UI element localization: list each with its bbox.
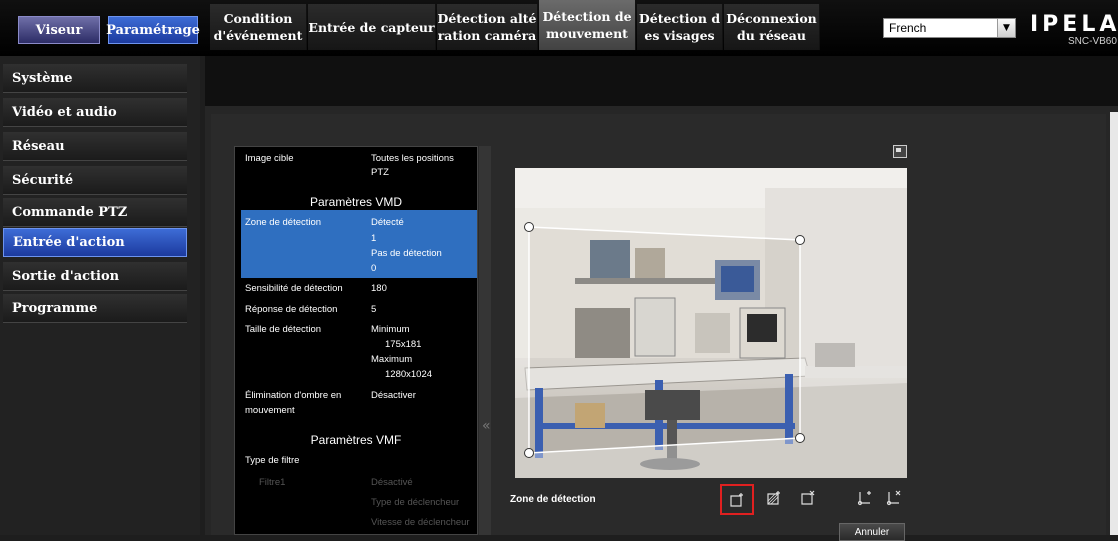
zone-handle[interactable] bbox=[795, 433, 805, 443]
camera-scene bbox=[515, 168, 907, 478]
tab-label: Entrée de capteur bbox=[308, 19, 435, 35]
tab-detection-alteration[interactable]: Détection alté ration caméra bbox=[437, 4, 538, 50]
zone-handle[interactable] bbox=[795, 235, 805, 245]
sidebar-item-programme[interactable]: Programme bbox=[3, 294, 187, 323]
tab-label: Détection alté bbox=[437, 11, 537, 26]
panel-scrollbar[interactable] bbox=[479, 146, 491, 535]
sidebar-item-reseau[interactable]: Réseau bbox=[3, 132, 187, 161]
tab-detection-visages[interactable]: Détection d es visages bbox=[637, 4, 723, 50]
sidebar-item-commande-ptz[interactable]: Commande PTZ bbox=[3, 198, 187, 227]
sidebar-item-video-audio[interactable]: Vidéo et audio bbox=[3, 98, 187, 127]
vmd-header: Paramètres VMD bbox=[309, 195, 403, 209]
zone-detecte-count: 1 bbox=[371, 233, 377, 244]
zone-pas-detection: Pas de détection bbox=[371, 248, 442, 259]
add-zone-icon[interactable] bbox=[720, 484, 754, 515]
add-vertex-icon[interactable] bbox=[853, 487, 877, 509]
tab-label: mouvement bbox=[546, 26, 628, 41]
chevron-down-icon[interactable]: ▼ bbox=[997, 19, 1015, 37]
taille-min-value[interactable]: 175x181 bbox=[385, 339, 421, 350]
zone-detection-label: Zone de détection bbox=[245, 217, 322, 228]
reponse-label: Réponse de détection bbox=[245, 304, 338, 315]
tab-label: Détection de bbox=[542, 9, 632, 24]
reponse-value[interactable]: 5 bbox=[371, 304, 376, 315]
settings-panel: Image cible Toutes les positions PTZ Par… bbox=[234, 146, 478, 535]
remove-zone-icon[interactable] bbox=[796, 487, 820, 509]
add-mask-icon[interactable] bbox=[762, 487, 786, 509]
taille-max-value[interactable]: 1280x1024 bbox=[385, 369, 432, 380]
tab-label: Déconnexion bbox=[726, 11, 817, 26]
filtre1-label: Filtre1 bbox=[259, 477, 286, 488]
image-cible-label: Image cible bbox=[245, 153, 294, 164]
tab-label: d'événement bbox=[213, 28, 303, 43]
zone-detection-title: Zone de détection bbox=[510, 494, 596, 505]
vitesse-declencheur[interactable]: Vitesse de déclencheur bbox=[371, 517, 470, 528]
sidebar-item-entree-action[interactable]: Entrée d'action bbox=[3, 228, 187, 257]
language-value: French bbox=[889, 21, 927, 35]
remove-vertex-icon[interactable] bbox=[882, 487, 906, 509]
ombre-label-2: mouvement bbox=[245, 405, 295, 416]
tab-entree-capteur[interactable]: Entrée de capteur bbox=[308, 4, 436, 50]
image-cible-value[interactable]: Toutes les positions bbox=[371, 153, 454, 164]
collapse-arrow-icon[interactable]: « bbox=[482, 418, 491, 434]
sensibilite-label: Sensibilité de détection bbox=[245, 283, 343, 294]
filtre-label: Type de filtre bbox=[245, 455, 300, 466]
tab-label: ration caméra bbox=[437, 28, 537, 43]
parametrage-button[interactable]: Paramétrage bbox=[106, 16, 200, 44]
model-name: SNC-VB60 bbox=[1068, 36, 1117, 47]
type-declencheur[interactable]: Type de déclencheur bbox=[371, 497, 459, 508]
ombre-label: Élimination d'ombre en bbox=[245, 390, 342, 401]
ombre-value[interactable]: Désactiver bbox=[371, 390, 416, 401]
viseur-button[interactable]: Viseur bbox=[18, 16, 100, 44]
tab-label: Condition bbox=[223, 11, 293, 26]
zone-handle[interactable] bbox=[524, 448, 534, 458]
page-scrollbar[interactable] bbox=[1110, 112, 1118, 535]
zone-handle[interactable] bbox=[524, 222, 534, 232]
camera-preview[interactable] bbox=[515, 168, 907, 478]
taille-min-label: Minimum bbox=[371, 324, 410, 335]
zone-pas-detection-count: 0 bbox=[371, 263, 377, 274]
taille-max-label: Maximum bbox=[371, 354, 413, 365]
sidebar-item-sortie-action[interactable]: Sortie d'action bbox=[3, 262, 187, 291]
sensibilite-value[interactable]: 180 bbox=[371, 283, 387, 294]
tab-label: Détection d bbox=[638, 11, 721, 26]
tab-label: du réseau bbox=[737, 28, 806, 43]
tab-label: es visages bbox=[644, 28, 715, 43]
language-select[interactable]: French ▼ bbox=[883, 18, 1016, 38]
cancel-button[interactable]: Annuler bbox=[839, 523, 905, 541]
sidebar-item-systeme[interactable]: Système bbox=[3, 64, 187, 93]
sidebar-item-securite[interactable]: Sécurité bbox=[3, 166, 187, 195]
fullscreen-icon[interactable] bbox=[893, 145, 907, 158]
zone-detecte: Détecté bbox=[371, 217, 404, 228]
tab-deconnexion-reseau[interactable]: Déconnexion du réseau bbox=[724, 4, 820, 50]
tab-bar bbox=[205, 56, 1118, 106]
brand-logo: IPELA bbox=[1030, 12, 1118, 37]
tab-detection-mouvement[interactable]: Détection de mouvement bbox=[539, 0, 636, 50]
vmf-header: Paramètres VMF bbox=[310, 433, 402, 447]
tab-condition-evenement[interactable]: Condition d'événement bbox=[210, 4, 307, 50]
image-cible-value-2: PTZ bbox=[371, 167, 389, 178]
filtre1-value[interactable]: Désactivé bbox=[371, 477, 413, 488]
taille-label: Taille de détection bbox=[245, 324, 322, 335]
